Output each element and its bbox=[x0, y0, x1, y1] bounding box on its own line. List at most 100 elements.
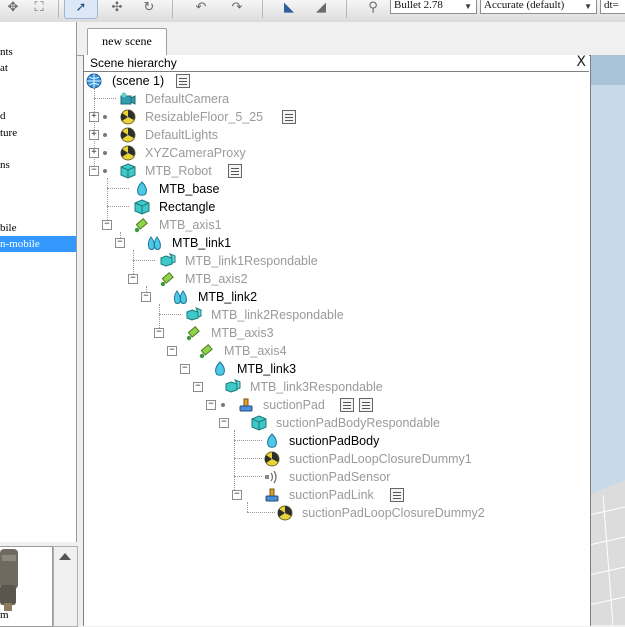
tree-node[interactable]: − suctionPadBodyRespondable bbox=[86, 414, 440, 432]
model-browser-list[interactable]: nts at d ture ns bile n-mobile bbox=[0, 22, 77, 542]
tree-node[interactable]: Rectangle bbox=[86, 198, 386, 216]
tree-node-scene-root[interactable]: (scene 1) bbox=[86, 72, 386, 90]
fit-view-icon[interactable]: ⛶ bbox=[26, 0, 52, 18]
collapse-icon[interactable]: − bbox=[167, 346, 177, 356]
undo-icon[interactable]: ↶ bbox=[188, 0, 214, 18]
collapse-icon[interactable]: − bbox=[102, 220, 112, 230]
tree-node-label: MTB_Robot bbox=[145, 164, 212, 178]
collapse-icon[interactable]: − bbox=[154, 328, 164, 338]
toolbar-separator bbox=[172, 0, 173, 18]
node-dot-icon bbox=[103, 151, 107, 155]
customization-script-icon[interactable] bbox=[359, 398, 373, 412]
tree-node[interactable]: + ResizableFloor_5_25 bbox=[86, 108, 386, 126]
tree-node[interactable]: − suctionPad bbox=[86, 396, 406, 414]
model-thumbnail[interactable]: m bbox=[0, 546, 53, 627]
tree-node[interactable]: − MTB_axis4 bbox=[86, 342, 386, 360]
script-icon[interactable] bbox=[340, 398, 354, 412]
tree-node[interactable]: − MTB_link2 bbox=[86, 288, 386, 306]
tree-node-label: MTB_link2Respondable bbox=[211, 308, 344, 322]
redo-icon[interactable]: ↷ bbox=[224, 0, 250, 18]
script-icon[interactable] bbox=[282, 110, 296, 124]
list-item[interactable]: ture bbox=[0, 125, 76, 141]
tree-node[interactable]: − MTB_axis1 bbox=[86, 216, 386, 234]
rotate-camera-icon[interactable]: ✥ bbox=[0, 0, 26, 18]
collapse-icon[interactable]: − bbox=[193, 382, 203, 392]
stop-simulation-icon[interactable]: ◢ bbox=[308, 0, 334, 18]
tree-node[interactable]: − MTB_link3 bbox=[86, 360, 386, 378]
collapse-icon[interactable]: − bbox=[128, 274, 138, 284]
cube-icon bbox=[120, 163, 136, 179]
scroll-up-icon[interactable] bbox=[59, 553, 71, 560]
thumbnail-caption: m bbox=[0, 609, 9, 621]
tree-node[interactable]: − MTB_axis3 bbox=[86, 324, 386, 342]
tree-node[interactable]: − MTB_axis2 bbox=[86, 270, 386, 288]
tree-node[interactable]: − suctionPadLink bbox=[86, 486, 406, 504]
tab-label: new scene bbox=[102, 34, 152, 48]
tree-node[interactable]: − MTB_link3Respondable bbox=[86, 378, 406, 396]
list-item[interactable]: at bbox=[0, 60, 76, 76]
tree-node[interactable]: suctionPadSensor bbox=[86, 468, 406, 486]
tree-node[interactable]: − MTB_link1 bbox=[86, 234, 386, 252]
tree-node-label: suctionPadLoopClosureDummy1 bbox=[289, 452, 472, 466]
tree-node[interactable]: MTB_base bbox=[86, 180, 386, 198]
script-icon[interactable] bbox=[176, 74, 190, 88]
collapse-icon[interactable]: − bbox=[115, 238, 125, 248]
tree-node[interactable]: + XYZCameraProxy bbox=[86, 144, 386, 162]
tree-node-label: DefaultLights bbox=[145, 128, 218, 142]
tree-node[interactable]: suctionPadLoopClosureDummy2 bbox=[86, 504, 485, 522]
dynamics-toggle-icon[interactable]: ⚲ bbox=[360, 0, 386, 18]
collapse-icon[interactable]: − bbox=[206, 400, 216, 410]
tree-node-label: suctionPadBody bbox=[289, 434, 380, 448]
collapse-icon[interactable]: − bbox=[232, 490, 242, 500]
tree-node-label: XYZCameraProxy bbox=[145, 146, 246, 160]
list-item[interactable]: d bbox=[0, 108, 76, 124]
expand-icon[interactable]: + bbox=[89, 112, 99, 122]
expand-icon[interactable]: + bbox=[89, 148, 99, 158]
shape-icon bbox=[267, 433, 277, 448]
dummy-icon bbox=[264, 451, 280, 467]
tree-node[interactable]: MTB_link1Respondable bbox=[86, 252, 406, 270]
select-pointer-icon[interactable]: ➚ bbox=[64, 0, 98, 19]
sensor-icon bbox=[265, 470, 277, 484]
node-dot-icon bbox=[103, 169, 107, 173]
multishape-icon bbox=[173, 290, 187, 304]
tree-node[interactable]: − MTB_Robot bbox=[86, 162, 386, 180]
collapse-icon[interactable]: − bbox=[89, 166, 99, 176]
collapse-icon[interactable]: − bbox=[219, 418, 229, 428]
multishape-icon bbox=[147, 236, 161, 250]
accuracy-dropdown[interactable]: Accurate (default) ▼ bbox=[480, 0, 597, 14]
tree-node[interactable]: + DefaultLights bbox=[86, 126, 386, 144]
physics-engine-dropdown[interactable]: Bullet 2.78 ▼ bbox=[390, 0, 477, 14]
tab-new-scene[interactable]: new scene bbox=[87, 28, 167, 56]
expand-icon[interactable]: + bbox=[89, 130, 99, 140]
tree-node-label: MTB_link3 bbox=[237, 362, 297, 376]
list-item-selected[interactable]: n-mobile bbox=[0, 236, 76, 252]
tree-node[interactable]: suctionPadLoopClosureDummy1 bbox=[86, 450, 472, 468]
list-item[interactable]: bile bbox=[0, 220, 76, 236]
collapse-icon[interactable]: − bbox=[180, 364, 190, 374]
close-icon[interactable]: X bbox=[576, 55, 586, 70]
script-icon[interactable] bbox=[228, 164, 242, 178]
move-object-icon[interactable]: ✣ bbox=[104, 0, 130, 18]
joint-icon bbox=[160, 272, 174, 287]
tree-node-label: Rectangle bbox=[159, 200, 216, 214]
timestep-dropdown[interactable]: dt= bbox=[600, 0, 625, 14]
accuracy-value: Accurate (default) bbox=[484, 0, 565, 11]
start-simulation-icon[interactable]: ◣ bbox=[276, 0, 302, 18]
list-item[interactable]: ns bbox=[0, 157, 76, 173]
list-item[interactable]: nts bbox=[0, 44, 76, 60]
tree-node-label: (scene 1) bbox=[112, 74, 165, 88]
script-icon[interactable] bbox=[390, 488, 404, 502]
collapse-icon[interactable]: − bbox=[141, 292, 151, 302]
shape-icon bbox=[137, 181, 147, 196]
scrollbar[interactable] bbox=[53, 546, 78, 627]
rotate-object-icon[interactable]: ↻ bbox=[136, 0, 162, 18]
globe-icon bbox=[86, 73, 102, 89]
tree-node[interactable]: DefaultCamera bbox=[86, 90, 386, 108]
tree-node[interactable]: suctionPadBody bbox=[86, 432, 406, 450]
model-icon bbox=[265, 488, 279, 502]
tree-node-label: MTB_axis1 bbox=[159, 218, 222, 232]
scene-viewport[interactable] bbox=[589, 55, 625, 625]
tree-node[interactable]: MTB_link2Respondable bbox=[86, 306, 406, 324]
dummy-icon bbox=[277, 505, 293, 521]
